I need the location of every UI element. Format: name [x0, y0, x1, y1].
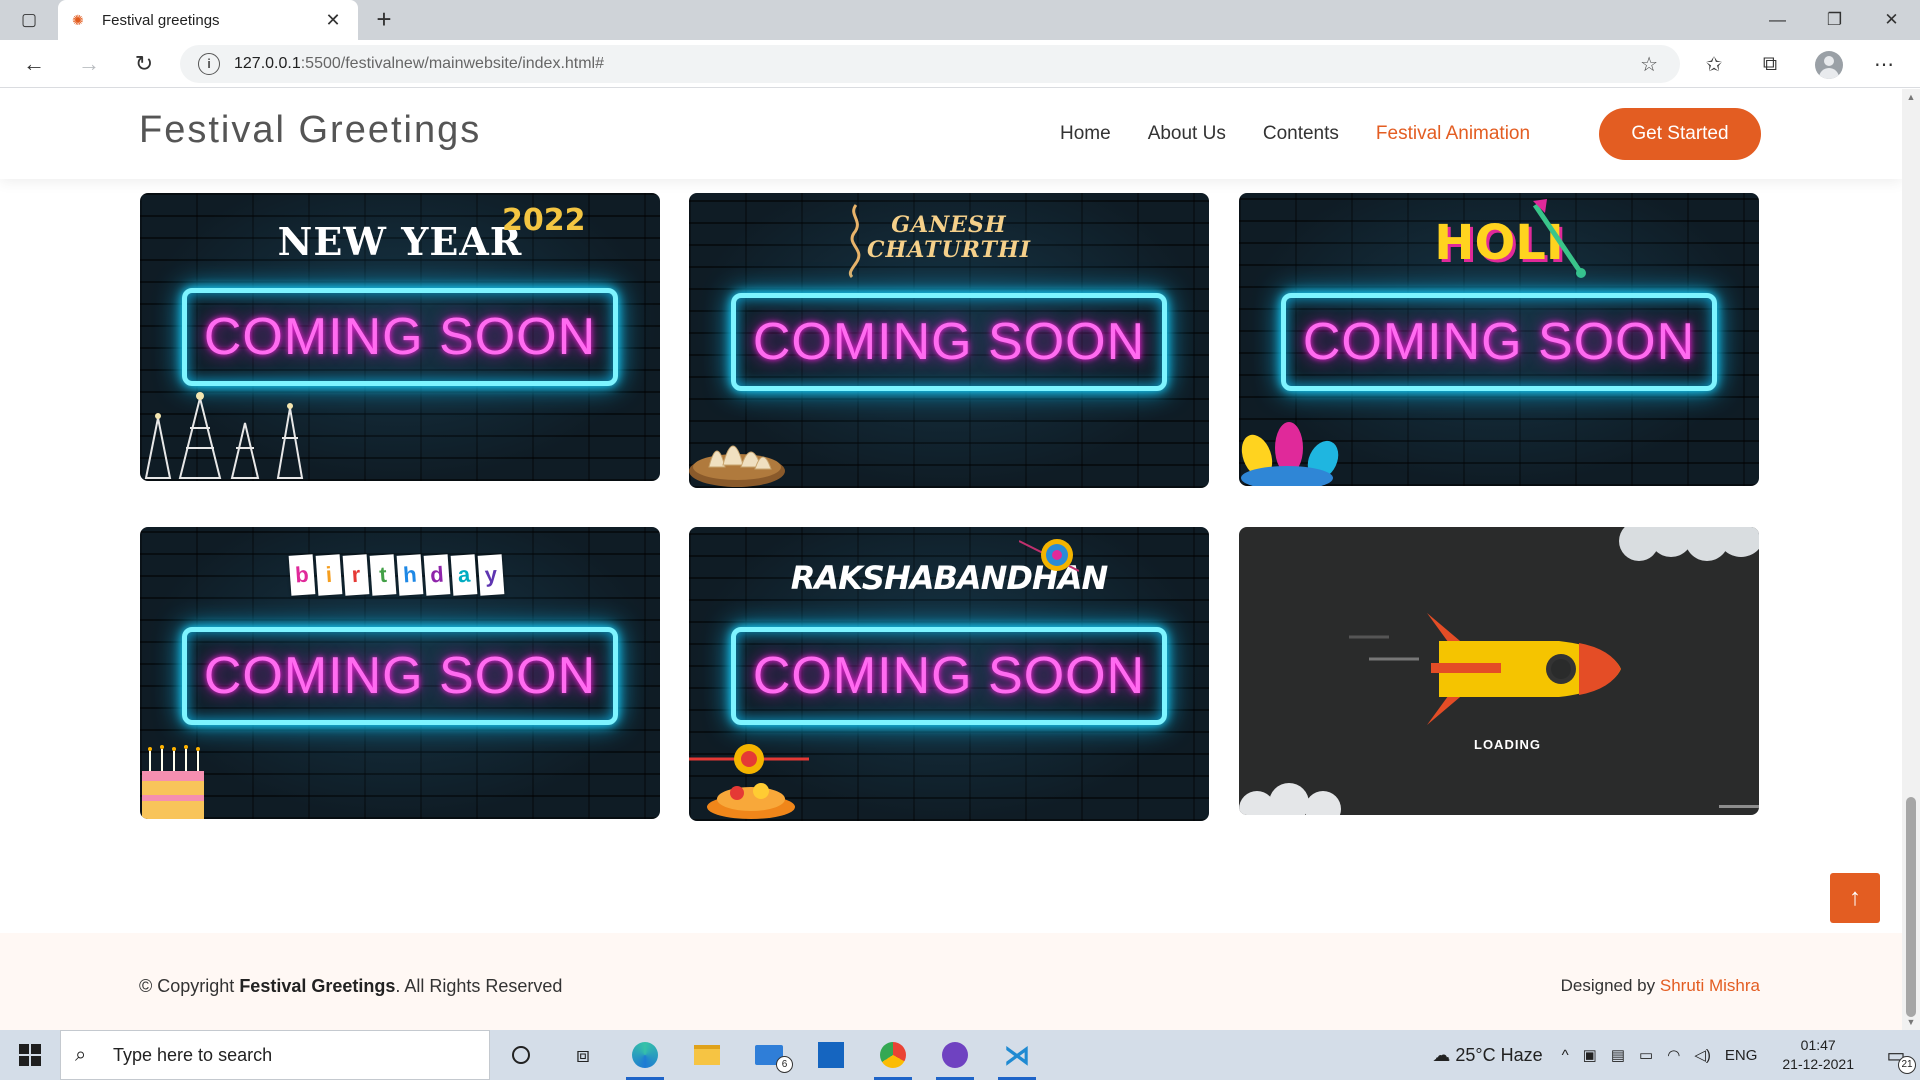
forward-arrow-icon[interactable]: →	[71, 48, 107, 80]
taskbar-search[interactable]: ⌕ Type here to search	[60, 1030, 490, 1080]
ganesh-chaturthi-title: GANESH CHATURTHI	[866, 212, 1032, 263]
main-nav: Home About Us Contents Festival Animatio…	[1060, 89, 1567, 179]
puja-thali-icon	[689, 744, 809, 819]
window-controls: — ❐ ✕	[1749, 0, 1920, 40]
device-icon[interactable]: ▣	[1583, 1046, 1597, 1064]
back-to-top-button[interactable]: ↑	[1830, 873, 1880, 923]
chrome-icon[interactable]	[862, 1030, 924, 1080]
birthday-card[interactable]: b i r t h d a y COMING SOON	[140, 527, 660, 819]
system-tray: ☁ 25°C Haze ^ ▣ ▤ ▭ ◠ ◁) ENG 01:47 21-12…	[1432, 1030, 1920, 1080]
mail-icon[interactable]: 6	[738, 1030, 800, 1080]
new-year-card[interactable]: NEW YEAR 2022 COMING SOON	[140, 193, 660, 481]
nav-home[interactable]: Home	[1060, 123, 1111, 145]
close-tab-icon[interactable]: ✕	[322, 10, 344, 31]
volume-icon[interactable]: ◁)	[1694, 1046, 1711, 1064]
nav-festival-animation[interactable]: Festival Animation	[1376, 123, 1530, 145]
file-explorer-icon[interactable]	[676, 1030, 738, 1080]
coming-soon-sign: COMING SOON	[182, 288, 618, 386]
new-year-year: 2022	[502, 203, 586, 238]
refresh-icon[interactable]: ↻	[126, 48, 162, 80]
rocket-icon	[1349, 613, 1621, 725]
page-viewport: Festival Greetings Home About Us Content…	[0, 89, 1902, 1030]
site-info-icon[interactable]: i	[198, 53, 220, 75]
clock[interactable]: 01:47 21-12-2021	[1782, 1036, 1854, 1074]
copyright-text: © Copyright Festival Greetings. All Righ…	[139, 976, 563, 996]
search-icon: ⌕	[75, 1043, 87, 1066]
cortana-icon[interactable]	[490, 1030, 552, 1080]
collections-icon[interactable]: ⧉	[1754, 50, 1786, 78]
birthday-cake-icon	[142, 745, 204, 819]
scroll-down-icon[interactable]: ▼	[1902, 1014, 1920, 1030]
coming-soon-sign: COMING SOON	[731, 293, 1167, 391]
festival-favicon-icon: ✺	[72, 11, 84, 28]
show-hidden-icons-icon[interactable]: ^	[1562, 1047, 1569, 1064]
browser-toolbar: ← → ↻ i 127.0.0.1:5500/festivalnew/mainw…	[0, 40, 1920, 88]
new-tab-button[interactable]: +	[368, 4, 400, 36]
browser-tab-strip: ▢ ✺ Festival greetings ✕ + — ❐ ✕	[0, 0, 1920, 40]
designer-link[interactable]: Shruti Mishra	[1660, 976, 1760, 995]
notification-center-icon[interactable]: ▭ 21	[1872, 1030, 1920, 1080]
github-desktop-icon[interactable]	[924, 1030, 986, 1080]
windows-taskbar: ⌕ Type here to search ⧈ 6 ⋊ ☁ 25°C Haze …	[0, 1030, 1920, 1080]
nav-about-us[interactable]: About Us	[1148, 123, 1226, 145]
site-logo[interactable]: Festival Greetings	[139, 109, 481, 152]
add-favorite-icon[interactable]: ☆	[1640, 52, 1658, 77]
nav-contents[interactable]: Contents	[1263, 123, 1339, 145]
weather-widget[interactable]: ☁ 25°C Haze	[1432, 1045, 1542, 1066]
rocket-loading-card[interactable]: LOADING	[1239, 527, 1759, 815]
color-splash-icon	[1241, 422, 1339, 486]
favorites-icon[interactable]: ✩	[1698, 50, 1730, 78]
tab-actions-icon[interactable]: ▢	[14, 8, 44, 32]
start-button[interactable]	[0, 1030, 60, 1080]
pichkari-icon	[1532, 199, 1586, 278]
search-placeholder: Type here to search	[113, 1044, 273, 1065]
dell-app-icon[interactable]	[800, 1030, 862, 1080]
profile-avatar[interactable]	[1815, 51, 1843, 79]
back-arrow-icon[interactable]: ←	[16, 48, 52, 80]
battery-icon[interactable]: ▭	[1639, 1046, 1653, 1064]
rakshabandhan-title: RAKSHABANDHAN	[790, 559, 1109, 597]
language-indicator[interactable]: ENG	[1725, 1047, 1758, 1064]
windows-logo-icon	[19, 1044, 41, 1066]
more-options-icon[interactable]: ⋯	[1868, 50, 1900, 78]
site-header: Festival Greetings Home About Us Content…	[0, 89, 1902, 179]
arrow-up-icon: ↑	[1849, 884, 1861, 911]
url-text: 127.0.0.1:5500/festivalnew/mainwebsite/i…	[234, 55, 605, 72]
vscode-icon[interactable]: ⋊	[986, 1030, 1048, 1080]
cloud-icon	[1619, 527, 1759, 561]
browser-tab[interactable]: ✺ Festival greetings ✕	[58, 0, 358, 40]
rakhi-icon	[1019, 539, 1079, 572]
scroll-up-icon[interactable]: ▲	[1902, 89, 1920, 105]
modak-plate-icon	[689, 445, 785, 487]
cloud-icon	[1239, 783, 1341, 815]
designed-by-text: Designed by Shruti Mishra	[1560, 976, 1760, 995]
rakshabandhan-card[interactable]: RAKSHABANDHAN COMING SOON	[689, 527, 1209, 821]
christmas-trees-icon	[144, 392, 304, 479]
holi-title: HOLI	[1434, 215, 1564, 271]
restore-icon[interactable]: ❐	[1806, 0, 1863, 40]
holi-card[interactable]: HOLI COMING SOON	[1239, 193, 1759, 486]
ganesh-chaturthi-card[interactable]: GANESH CHATURTHI COMING SOON	[689, 193, 1209, 488]
coming-soon-sign: COMING SOON	[731, 627, 1167, 725]
ganesha-icon	[848, 204, 861, 279]
meet-now-icon[interactable]: ▤	[1611, 1046, 1625, 1064]
close-window-icon[interactable]: ✕	[1863, 0, 1920, 40]
page-scrollbar[interactable]: ▲ ▼	[1902, 89, 1920, 1030]
coming-soon-sign: COMING SOON	[182, 627, 618, 725]
coming-soon-sign: COMING SOON	[1281, 293, 1717, 391]
edge-icon[interactable]	[614, 1030, 676, 1080]
scrollbar-thumb[interactable]	[1906, 797, 1916, 1017]
address-bar[interactable]: i 127.0.0.1:5500/festivalnew/mainwebsite…	[180, 45, 1680, 83]
wifi-icon[interactable]: ◠	[1667, 1046, 1680, 1064]
progress-line	[1719, 805, 1759, 808]
get-started-button[interactable]: Get Started	[1599, 108, 1761, 160]
minimize-icon[interactable]: —	[1749, 0, 1806, 40]
tab-title: Festival greetings	[102, 11, 220, 29]
task-view-icon[interactable]: ⧈	[552, 1030, 614, 1080]
notification-count: 21	[1898, 1056, 1916, 1074]
loading-label: LOADING	[1474, 737, 1541, 752]
site-footer: © Copyright Festival Greetings. All Righ…	[0, 933, 1902, 1030]
birthday-banner: b i r t h d a y	[288, 554, 505, 596]
mail-badge: 6	[776, 1056, 793, 1073]
